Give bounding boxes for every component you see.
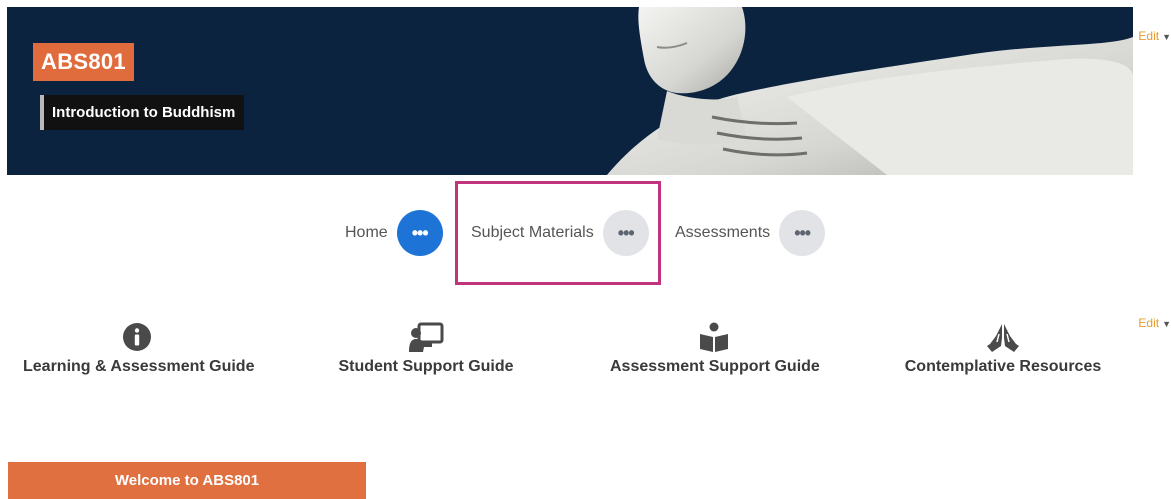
nav-item-home[interactable]: Home ••• [345,208,443,258]
teacher-board-icon [337,318,515,352]
nav-label-home[interactable]: Home [345,224,388,242]
ellipsis-icon[interactable]: ••• [779,210,826,256]
guide-label[interactable]: Student Support Guide [337,358,515,376]
edit-guides-link[interactable]: Edit ▼ [1138,316,1171,330]
guide-student-support[interactable]: Student Support Guide [337,318,515,376]
nav-item-assessments[interactable]: Assessments ••• [675,208,826,258]
edit-label: Edit [1138,316,1160,330]
course-banner: ABS801 Introduction to Buddhism [7,7,1133,175]
info-circle-icon [23,318,251,352]
guide-assessment-support[interactable]: Assessment Support Guide [610,318,820,376]
reader-book-icon [610,318,818,352]
buddha-statue-image [7,7,1133,175]
ellipsis-icon[interactable]: ••• [396,210,443,256]
welcome-section-header[interactable]: Welcome to ABS801 [8,462,366,499]
guide-label[interactable]: Assessment Support Guide [610,358,820,376]
praying-hands-icon [903,318,1103,352]
edit-label: Edit [1138,29,1160,43]
course-title: Introduction to Buddhism [40,95,245,130]
guide-contemplative-resources[interactable]: Contemplative Resources [903,318,1103,376]
selection-highlight [455,181,661,285]
guide-learning-assessment[interactable]: Learning & Assessment Guide [23,318,254,376]
guide-label[interactable]: Contemplative Resources [903,358,1103,376]
guide-label[interactable]: Learning & Assessment Guide [23,358,254,376]
caret-down-icon: ▼ [1162,319,1171,329]
caret-down-icon: ▼ [1162,32,1171,42]
nav-label-assessments[interactable]: Assessments [675,224,770,242]
course-code-badge: ABS801 [33,43,134,81]
edit-banner-link[interactable]: Edit ▼ [1138,29,1171,43]
